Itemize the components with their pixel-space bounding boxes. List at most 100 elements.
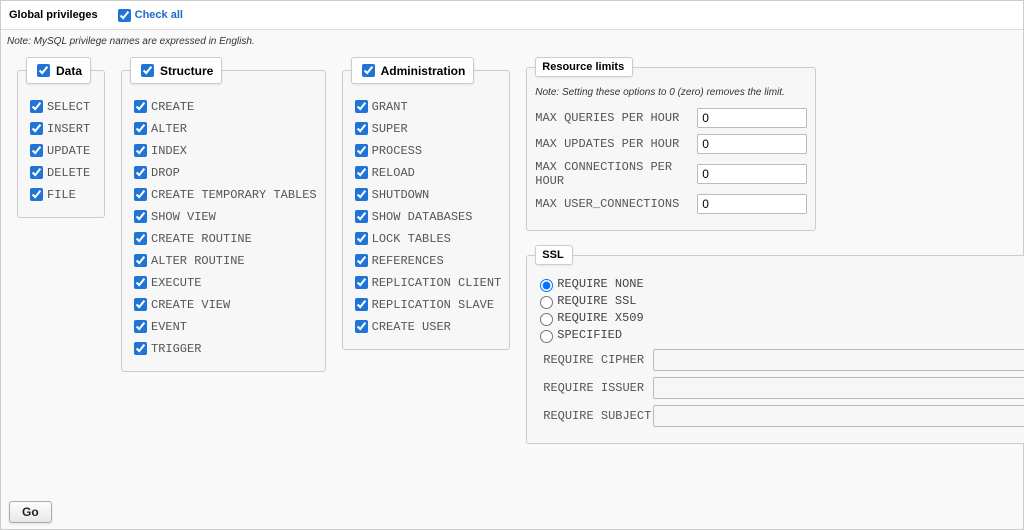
privilege-checkbox[interactable] [30, 166, 43, 179]
privilege-item[interactable]: DELETE [26, 163, 96, 182]
structure-legend-checkbox[interactable] [141, 64, 154, 77]
privilege-checkbox[interactable] [134, 144, 147, 157]
privilege-item[interactable]: INDEX [130, 141, 317, 160]
resource-limit-input[interactable] [697, 134, 807, 154]
privilege-item[interactable]: CREATE USER [351, 317, 502, 336]
privilege-item[interactable]: SUPER [351, 119, 502, 138]
resource-limit-input[interactable] [697, 108, 807, 128]
privilege-item[interactable]: CREATE ROUTINE [130, 229, 317, 248]
privilege-checkbox[interactable] [355, 166, 368, 179]
resource-limit-row: MAX QUERIES PER HOUR [535, 108, 807, 128]
privilege-checkbox[interactable] [355, 100, 368, 113]
privilege-checkbox[interactable] [134, 276, 147, 289]
privilege-item[interactable]: SHOW DATABASES [351, 207, 502, 226]
resource-limit-label: MAX CONNECTIONS PER HOUR [535, 160, 697, 188]
privilege-item[interactable]: GRANT [351, 97, 502, 116]
privilege-item[interactable]: RELOAD [351, 163, 502, 182]
ssl-require-ssl[interactable]: REQUIRE SSL [535, 293, 1024, 309]
privilege-checkbox[interactable] [134, 210, 147, 223]
privilege-item[interactable]: SHOW VIEW [130, 207, 317, 226]
privilege-label: DROP [151, 166, 180, 180]
ssl-require-x509-radio[interactable] [540, 313, 553, 326]
ssl-require-ssl-label: REQUIRE SSL [557, 294, 636, 308]
ssl-group: SSL REQUIRE NONE REQUIRE SSL REQUIRE X50… [526, 245, 1024, 444]
administration-legend-checkbox[interactable] [362, 64, 375, 77]
privilege-checkbox[interactable] [355, 276, 368, 289]
ssl-require-x509[interactable]: REQUIRE X509 [535, 310, 1024, 326]
privilege-checkbox[interactable] [355, 144, 368, 157]
privilege-checkbox[interactable] [134, 342, 147, 355]
privilege-checkbox[interactable] [355, 232, 368, 245]
go-button[interactable]: Go [9, 501, 52, 523]
administration-legend[interactable]: Administration [351, 57, 475, 84]
privilege-item[interactable]: REPLICATION SLAVE [351, 295, 502, 314]
data-legend-checkbox[interactable] [37, 64, 50, 77]
privilege-checkbox[interactable] [355, 320, 368, 333]
privilege-checkbox[interactable] [355, 254, 368, 267]
privilege-label: CREATE TEMPORARY TABLES [151, 188, 317, 202]
privilege-item[interactable]: INSERT [26, 119, 96, 138]
privilege-item[interactable]: DROP [130, 163, 317, 182]
ssl-require-none-radio[interactable] [540, 279, 553, 292]
privilege-item[interactable]: FILE [26, 185, 96, 204]
ssl-specified-radio[interactable] [540, 330, 553, 343]
ssl-require-ssl-radio[interactable] [540, 296, 553, 309]
privilege-item[interactable]: EVENT [130, 317, 317, 336]
privilege-item[interactable]: EXECUTE [130, 273, 317, 292]
data-legend[interactable]: Data [26, 57, 91, 84]
privilege-label: INDEX [151, 144, 187, 158]
privilege-checkbox[interactable] [134, 166, 147, 179]
ssl-spec-input[interactable] [653, 405, 1024, 427]
privilege-checkbox[interactable] [355, 122, 368, 135]
privilege-item[interactable]: REFERENCES [351, 251, 502, 270]
ssl-require-none[interactable]: REQUIRE NONE [535, 276, 1024, 292]
privilege-label: CREATE USER [372, 320, 451, 334]
privilege-label: REPLICATION CLIENT [372, 276, 502, 290]
resource-limit-label: MAX USER_CONNECTIONS [535, 197, 679, 211]
data-legend-label: Data [56, 64, 82, 78]
ssl-spec-label: REQUIRE SUBJECT [543, 409, 653, 423]
privilege-label: CREATE ROUTINE [151, 232, 252, 246]
privilege-checkbox[interactable] [355, 188, 368, 201]
privilege-item[interactable]: ALTER [130, 119, 317, 138]
privilege-item[interactable]: CREATE VIEW [130, 295, 317, 314]
resource-limit-input[interactable] [697, 164, 807, 184]
privilege-checkbox[interactable] [134, 320, 147, 333]
privilege-checkbox[interactable] [30, 144, 43, 157]
privilege-checkbox[interactable] [134, 100, 147, 113]
ssl-spec-input[interactable] [653, 349, 1024, 371]
structure-legend-label: Structure [160, 64, 213, 78]
resource-limit-label: MAX UPDATES PER HOUR [535, 137, 679, 151]
privilege-checkbox[interactable] [30, 122, 43, 135]
privilege-item[interactable]: LOCK TABLES [351, 229, 502, 248]
privilege-checkbox[interactable] [30, 188, 43, 201]
resource-limit-row: MAX UPDATES PER HOUR [535, 134, 807, 154]
privilege-label: REPLICATION SLAVE [372, 298, 494, 312]
privilege-checkbox[interactable] [134, 298, 147, 311]
privilege-checkbox[interactable] [134, 122, 147, 135]
privilege-checkbox[interactable] [134, 188, 147, 201]
privilege-item[interactable]: TRIGGER [130, 339, 317, 358]
privilege-checkbox[interactable] [134, 254, 147, 267]
privilege-label: SUPER [372, 122, 408, 136]
privilege-label: SELECT [47, 100, 90, 114]
privilege-item[interactable]: PROCESS [351, 141, 502, 160]
privilege-checkbox[interactable] [30, 100, 43, 113]
privilege-item[interactable]: SHUTDOWN [351, 185, 502, 204]
privilege-item[interactable]: CREATE TEMPORARY TABLES [130, 185, 317, 204]
privilege-checkbox[interactable] [355, 210, 368, 223]
privilege-item[interactable]: SELECT [26, 97, 96, 116]
check-all-checkbox[interactable] [118, 9, 131, 22]
privilege-item[interactable]: CREATE [130, 97, 317, 116]
ssl-spec-input[interactable] [653, 377, 1024, 399]
structure-legend[interactable]: Structure [130, 57, 222, 84]
check-all[interactable]: Check all [114, 6, 183, 25]
resource-limit-input[interactable] [697, 194, 807, 214]
privilege-checkbox[interactable] [355, 298, 368, 311]
privilege-item[interactable]: ALTER ROUTINE [130, 251, 317, 270]
privilege-checkbox[interactable] [134, 232, 147, 245]
privilege-item[interactable]: REPLICATION CLIENT [351, 273, 502, 292]
resource-limit-label: MAX QUERIES PER HOUR [535, 111, 679, 125]
privilege-item[interactable]: UPDATE [26, 141, 96, 160]
ssl-specified[interactable]: SPECIFIED [535, 327, 1024, 343]
